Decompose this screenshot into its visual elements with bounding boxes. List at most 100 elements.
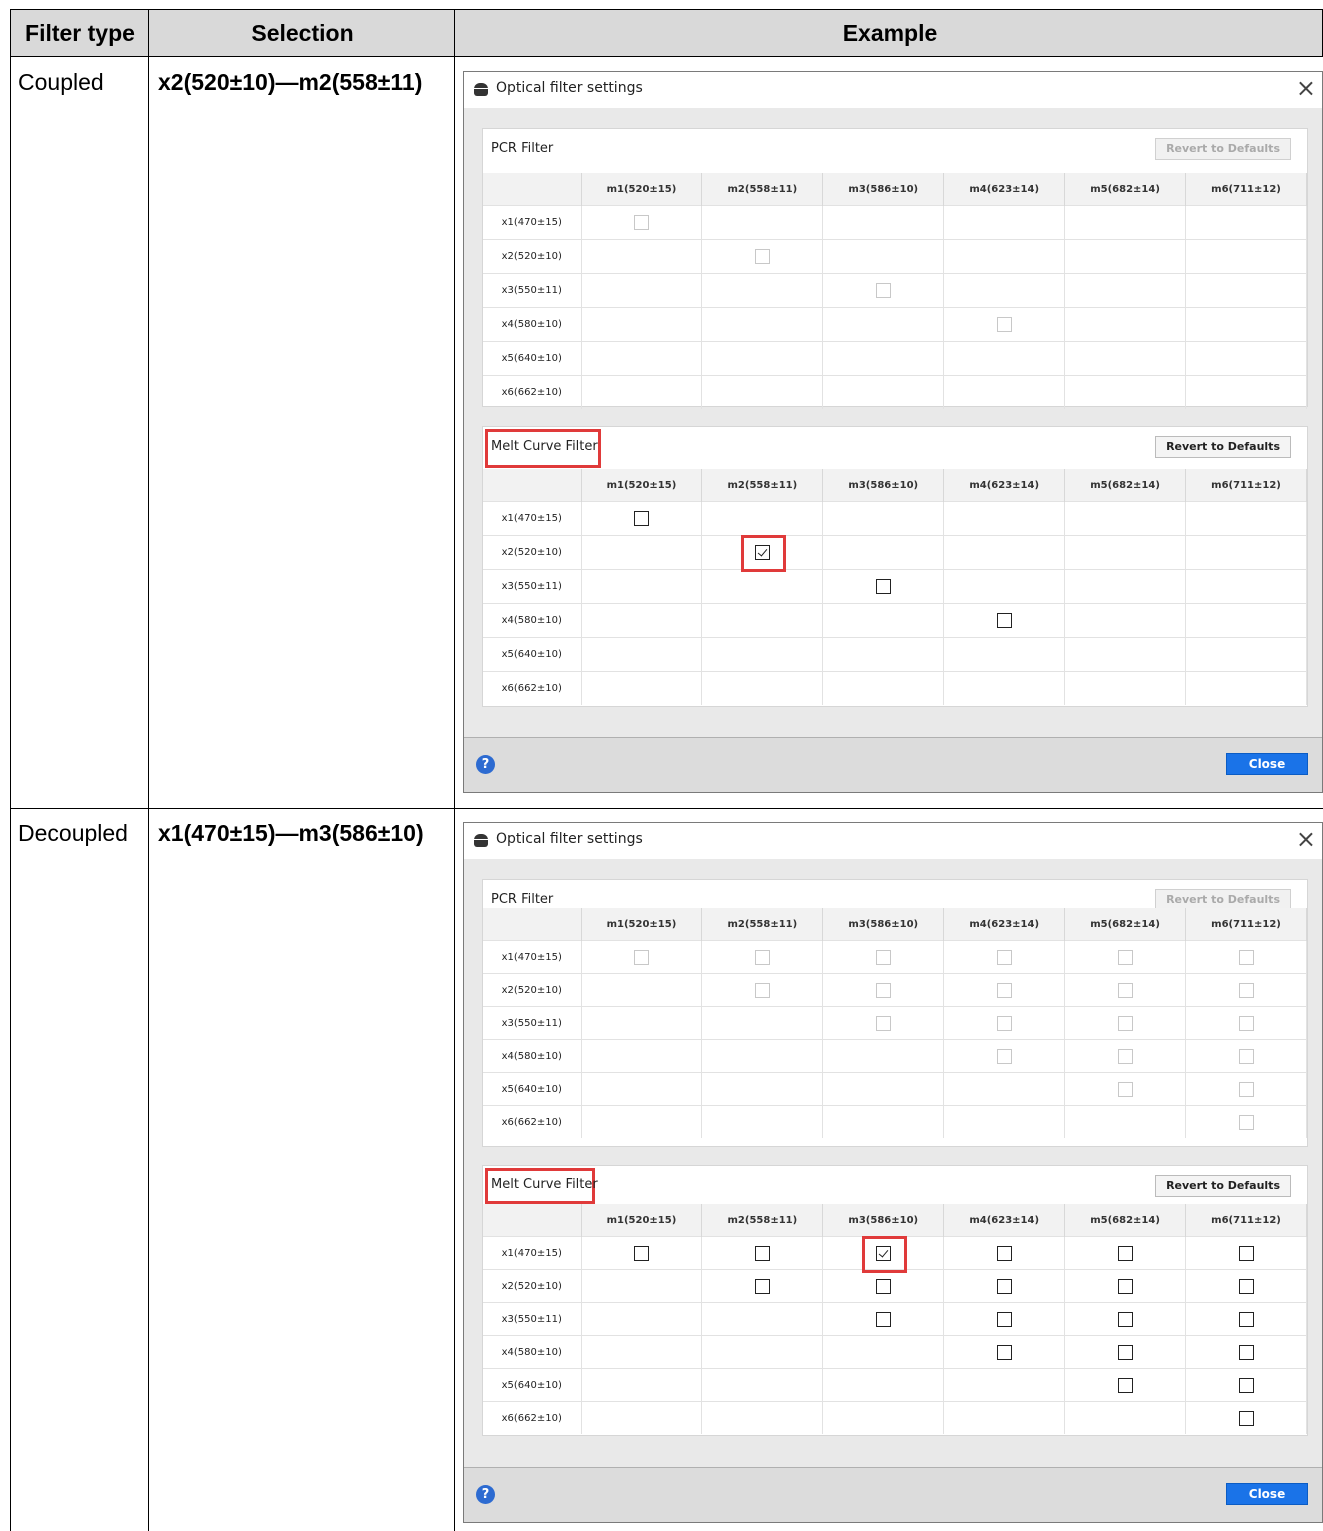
filter-checkbox[interactable] [633, 511, 649, 526]
table-row-divider [10, 808, 1323, 809]
table-row: x1(470±15) [483, 940, 1307, 974]
filter-checkbox[interactable] [1117, 1245, 1133, 1261]
column-header: m5(682±14) [1064, 173, 1187, 206]
column-header: m3(586±10) [822, 908, 945, 941]
help-icon[interactable]: ? [476, 1485, 495, 1504]
grid-cell [1064, 1039, 1187, 1073]
melt-curve-filter-panel: Melt Curve Filter Revert to Defaults m1(… [482, 426, 1308, 707]
close-icon[interactable]: × [1296, 74, 1316, 102]
pcr-revert-to-defaults-button[interactable]: Revert to Defaults [1155, 138, 1291, 160]
grid-cell [1064, 1105, 1187, 1138]
filter-checkbox[interactable] [875, 1278, 891, 1294]
grid-cell [581, 1302, 703, 1336]
filter-checkbox[interactable] [1117, 1311, 1133, 1327]
grid-cell [943, 1039, 1066, 1073]
filter-checkbox[interactable] [1117, 1377, 1133, 1393]
filter-checkbox[interactable] [1238, 1311, 1254, 1327]
grid-cell [1064, 239, 1187, 274]
grid-cell [581, 205, 703, 240]
grid-cell [822, 940, 945, 974]
filter-checkbox[interactable] [875, 579, 891, 594]
grid-cell [1185, 273, 1307, 308]
filter-checkbox[interactable] [754, 1245, 770, 1261]
column-header: m5(682±14) [1064, 469, 1187, 502]
grid-cell [581, 273, 703, 308]
row-1-selection: x2(520±10)—m2(558±11) [158, 69, 423, 95]
grid-cell [581, 637, 703, 672]
grid-cell [1185, 637, 1307, 672]
table-row: x1(470±15) [483, 205, 1307, 240]
grid-cell [1185, 1401, 1307, 1434]
grid-cell [943, 1368, 1066, 1402]
grid-cell [943, 1072, 1066, 1106]
grid-cell [943, 375, 1066, 409]
grid-cell [581, 1039, 703, 1073]
row-label: x4(580±10) [483, 1039, 582, 1073]
grid-cell [1185, 1236, 1307, 1270]
table-row: x5(640±10) [483, 1072, 1307, 1106]
grid-cell [1185, 1368, 1307, 1402]
grid-corner [483, 1204, 582, 1237]
grid-cell [701, 273, 824, 308]
melt-revert-to-defaults-button[interactable]: Revert to Defaults [1155, 1175, 1291, 1197]
help-icon[interactable]: ? [476, 755, 495, 774]
filter-checkbox[interactable] [1238, 1245, 1254, 1261]
filter-checkbox[interactable] [996, 1311, 1012, 1327]
dialog-titlebar: Optical filter settings × [464, 72, 1322, 108]
header-selection: Selection [251, 20, 354, 46]
row-label: x5(640±10) [483, 1368, 582, 1402]
grid-cell [822, 205, 945, 240]
table-row: x5(640±10) [483, 637, 1307, 672]
filter-checkbox [754, 982, 770, 998]
filter-checkbox[interactable] [633, 1245, 649, 1261]
filter-checkbox[interactable] [1238, 1344, 1254, 1360]
grid-cell [822, 671, 945, 705]
filter-checkbox[interactable] [754, 1278, 770, 1294]
close-icon[interactable]: × [1296, 825, 1316, 853]
column-header: m2(558±11) [701, 469, 824, 502]
row-label: x3(550±11) [483, 273, 582, 308]
melt-revert-to-defaults-button[interactable]: Revert to Defaults [1155, 436, 1291, 458]
column-header: m4(623±14) [943, 173, 1066, 206]
column-header: m4(623±14) [943, 469, 1066, 502]
table-header: Filter type Selection Example [10, 9, 1323, 57]
row-label: x2(520±10) [483, 535, 582, 570]
row-label: x4(580±10) [483, 603, 582, 638]
dialog-footer: ? Close [464, 737, 1322, 792]
grid-cell [943, 341, 1066, 376]
filter-checkbox[interactable] [1117, 1278, 1133, 1294]
grid-cell [1185, 569, 1307, 604]
row-label: x6(662±10) [483, 1401, 582, 1434]
table-border-left [10, 9, 11, 1531]
close-button[interactable]: Close [1226, 1483, 1308, 1505]
filter-checkbox[interactable] [875, 1311, 891, 1327]
grid-cell [1185, 973, 1307, 1007]
filter-checkbox [996, 317, 1012, 332]
filter-checkbox[interactable] [996, 1278, 1012, 1294]
grid-cell [822, 273, 945, 308]
filter-checkbox[interactable] [1117, 1344, 1133, 1360]
filter-checkbox[interactable] [1238, 1410, 1254, 1426]
grid-cell [1185, 341, 1307, 376]
filter-checkbox[interactable] [1238, 1377, 1254, 1393]
grid-cell [822, 1269, 945, 1303]
grid-cell [822, 375, 945, 409]
filter-checkbox [754, 249, 770, 264]
filter-checkbox[interactable] [1238, 1278, 1254, 1294]
grid-cell [1064, 341, 1187, 376]
grid-cell [701, 307, 824, 342]
grid-cell [701, 940, 824, 974]
close-button[interactable]: Close [1226, 753, 1308, 775]
filter-checkbox[interactable] [996, 1344, 1012, 1360]
filter-checkbox [1117, 1048, 1133, 1064]
grid-cell [943, 273, 1066, 308]
filter-checkbox[interactable] [996, 613, 1012, 628]
filter-checkbox [1238, 1081, 1254, 1097]
grid-cell [581, 535, 703, 570]
filter-checkbox [875, 982, 891, 998]
row-label: x5(640±10) [483, 341, 582, 376]
column-header: m2(558±11) [701, 1204, 824, 1237]
dialog-body: PCR Filter Revert to Defaults m1(520±15)… [464, 108, 1322, 738]
grid-cell [701, 1039, 824, 1073]
filter-checkbox[interactable] [996, 1245, 1012, 1261]
